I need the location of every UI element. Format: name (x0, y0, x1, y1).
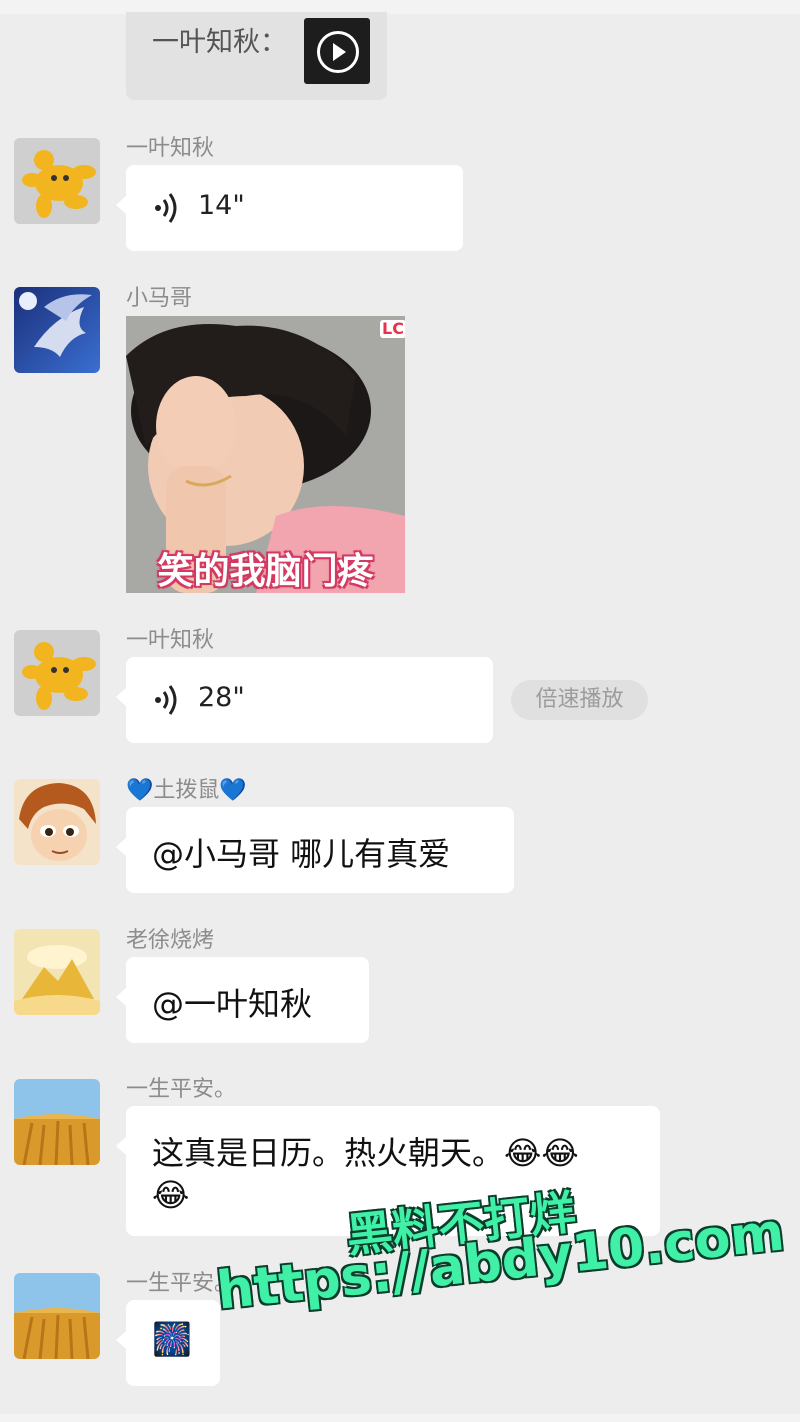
voice-wave-icon (155, 685, 177, 715)
text-message[interactable]: @一叶知秋 (116, 957, 369, 1043)
fireworks-icon: 🎆 (152, 1320, 192, 1358)
laughing-tears-emoji-icon: 😂 (152, 1176, 190, 1214)
wheat-field-avatar-icon (14, 1079, 100, 1165)
avatar[interactable] (14, 287, 100, 373)
image-caption: 笑的我脑门疼 (157, 551, 374, 592)
avatar[interactable] (14, 929, 100, 1015)
top-bar (0, 0, 800, 14)
avatar[interactable] (14, 138, 100, 224)
message-text: @一叶知秋 (152, 985, 313, 1023)
golden-mountain-avatar-icon (14, 929, 100, 1015)
cartoon-boy-avatar-icon (14, 779, 100, 865)
yellow-figure-avatar-icon (14, 138, 100, 224)
sender-name: 老徐烧烤 (126, 928, 215, 953)
avatar[interactable] (14, 779, 100, 865)
message-text: 这真是日历。热火朝天。😂😂 (152, 1134, 579, 1172)
voice-message[interactable]: 14" (116, 165, 463, 251)
play-icon (317, 31, 359, 73)
laughing-tears-emoji-icon: 😂 (504, 1134, 542, 1172)
blue-heart-icon: 💙 (219, 778, 247, 803)
sender-name: 一生平安。 (126, 1077, 237, 1102)
speed-play-button[interactable]: 倍速播放 (511, 680, 648, 720)
message-text-line2: 😂 (152, 1176, 189, 1214)
avatar[interactable] (14, 1273, 100, 1359)
avatar[interactable] (14, 1079, 100, 1165)
image-message[interactable]: LC 笑的我脑门疼 (126, 316, 405, 593)
sender-name: 小马哥 (126, 286, 193, 311)
sticker-message[interactable]: 🎆 (116, 1300, 220, 1386)
bottom-bar (0, 1414, 800, 1422)
message-text: @小马哥 哪儿有真爱 (152, 835, 451, 873)
pegasus-avatar-icon (14, 287, 100, 373)
image-badge: LC (380, 319, 405, 338)
laughing-tears-emoji-icon: 😂 (541, 1134, 579, 1172)
voice-wave-icon (155, 193, 177, 223)
yellow-figure-avatar-icon (14, 630, 100, 716)
avatar[interactable] (14, 630, 100, 716)
voice-duration: 28" (198, 682, 245, 713)
quoted-video-thumbnail[interactable] (304, 18, 370, 84)
sender-name: 一叶知秋 (126, 136, 215, 161)
sender-name: 一叶知秋 (126, 628, 215, 653)
wheat-field-avatar-icon (14, 1273, 100, 1359)
quoted-sender-text: 一叶知秋： (152, 27, 287, 58)
text-message[interactable]: @小马哥 哪儿有真爱 (116, 807, 514, 893)
sender-name: 💙土拨鼠💙 (126, 778, 247, 803)
blue-heart-icon: 💙 (126, 778, 154, 803)
voice-duration: 14" (198, 190, 245, 221)
quoted-message[interactable]: 一叶知秋： (126, 12, 387, 100)
voice-message[interactable]: 28" (116, 657, 493, 743)
